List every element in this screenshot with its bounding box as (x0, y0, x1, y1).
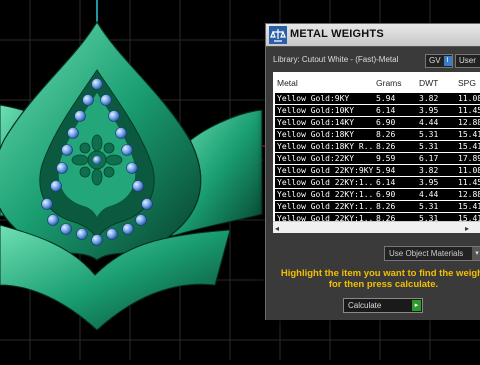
panel-titlebar[interactable]: METAL WEIGHTS (266, 24, 480, 47)
cell-dwt: 3.95 (419, 106, 439, 115)
material-source-value: Use Object Materials (389, 249, 464, 258)
cell-metal: Yellow Gold:18KY R... (277, 142, 373, 151)
cell-grams: 8.26 (376, 202, 396, 211)
library-bar: Library: Cutout White - (Fast)-Metal GV I… (266, 51, 480, 69)
table-row[interactable]: Yellow Gold:9KY 5.94 3.82 11.08 (275, 93, 480, 104)
column-header-metal[interactable]: Metal (277, 78, 298, 88)
library-label: Library: Cutout White - (Fast)-Metal (273, 55, 399, 64)
cell-grams: 9.59 (376, 154, 396, 163)
cell-metal: Yellow Gold 22KY:1... (277, 178, 373, 187)
scroll-right-icon[interactable]: ▸ (465, 224, 469, 233)
table-row[interactable]: Yellow Gold:14KY 6.90 4.44 12.88 (275, 117, 480, 128)
column-header-grams[interactable]: Grams (376, 78, 402, 88)
gv-toggle[interactable]: GV I (425, 54, 453, 68)
column-header-spg[interactable]: SPG (458, 78, 476, 88)
cell-metal: Yellow Gold:10KY (277, 106, 355, 115)
cell-spg: 12.88 (458, 118, 480, 127)
cell-metal: Yellow Gold:18KY (277, 130, 355, 139)
cell-metal: Yellow Gold:22KY (277, 154, 355, 163)
center-gem (93, 156, 101, 164)
cell-spg: 15.41 (458, 130, 480, 139)
cell-metal: Yellow Gold 22KY:9KY (277, 166, 373, 175)
cell-metal: Yellow Gold 22KY:1... (277, 202, 373, 211)
cell-grams: 5.94 (376, 166, 396, 175)
cell-metal: Yellow Gold:14KY (277, 118, 355, 127)
cell-grams: 6.90 (376, 118, 396, 127)
cell-dwt: 6.17 (419, 154, 439, 163)
table-row[interactable]: Yellow Gold 22KY:9KY 5.94 3.82 11.08 (275, 165, 480, 176)
cell-grams: 8.26 (376, 130, 396, 139)
cell-spg: 15.41 (458, 142, 480, 151)
cell-spg: 11.45 (458, 106, 480, 115)
cell-grams: 6.14 (376, 106, 396, 115)
cell-dwt: 3.82 (419, 166, 439, 175)
cell-dwt: 5.31 (419, 130, 439, 139)
cell-dwt: 3.95 (419, 178, 439, 187)
cell-spg: 12.88 (458, 190, 480, 199)
chevron-down-icon[interactable]: ▾ (472, 247, 480, 260)
panel-title: METAL WEIGHTS (290, 28, 384, 40)
column-header-dwt[interactable]: DWT (419, 78, 438, 88)
cell-dwt: 4.44 (419, 118, 439, 127)
ring-model (0, 20, 263, 331)
cell-metal: Yellow Gold:9KY (277, 94, 350, 103)
table-row[interactable]: Yellow Gold 22KY:1... 6.14 3.95 11.45 (275, 177, 480, 188)
horizontal-scrollbar[interactable]: ◂ ▸ (273, 221, 480, 233)
table-row[interactable]: Yellow Gold 22KY:1... 6.90 4.44 12.88 (275, 189, 480, 200)
table-row[interactable]: Yellow Gold:22KY 9.59 6.17 17.89 (275, 153, 480, 164)
cell-dwt: 3.82 (419, 94, 439, 103)
gv-toggle-label: GV (429, 56, 441, 65)
user-toggle[interactable]: User (455, 54, 480, 68)
cell-spg: 15.41 (458, 202, 480, 211)
calculate-button[interactable]: Calculate ▸ (343, 298, 423, 313)
metal-table[interactable]: Metal Grams DWT SPG Yellow Gold:9KY 5.94 3… (273, 72, 480, 233)
cell-grams: 6.14 (376, 178, 396, 187)
cell-metal: Yellow Gold 22KY:1... (277, 190, 373, 199)
table-row[interactable]: Yellow Gold:10KY 6.14 3.95 11.45 (275, 105, 480, 116)
cell-dwt: 5.31 (419, 142, 439, 151)
cell-spg: 17.89 (458, 154, 480, 163)
cell-spg: 11.08 (458, 166, 480, 175)
cell-grams: 6.90 (376, 190, 396, 199)
gv-toggle-check: I (443, 56, 452, 66)
scroll-left-icon[interactable]: ◂ (275, 224, 279, 233)
cell-spg: 11.45 (458, 178, 480, 187)
scale-icon (269, 26, 287, 44)
go-arrow-icon: ▸ (412, 300, 421, 311)
cell-dwt: 5.31 (419, 202, 439, 211)
calculate-label: Calculate (348, 301, 382, 310)
table-row[interactable]: Yellow Gold 22KY:1... 8.26 5.31 15.41 (275, 201, 480, 212)
metal-weights-panel: METAL WEIGHTS Library: Cutout White - (F… (265, 23, 480, 320)
table-row[interactable]: Yellow Gold:18KY 8.26 5.31 15.41 (275, 129, 480, 140)
instruction-text: Highlight the item you want to find the … (280, 268, 480, 290)
user-toggle-label: User (459, 56, 476, 65)
cell-grams: 8.26 (376, 142, 396, 151)
material-source-dropdown[interactable]: Use Object Materials ▾ (384, 246, 480, 261)
cell-grams: 5.94 (376, 94, 396, 103)
table-row[interactable]: Yellow Gold:18KY R... 8.26 5.31 15.41 (275, 141, 480, 152)
cell-spg: 11.08 (458, 94, 480, 103)
table-header: Metal Grams DWT SPG (273, 72, 480, 92)
cell-dwt: 4.44 (419, 190, 439, 199)
